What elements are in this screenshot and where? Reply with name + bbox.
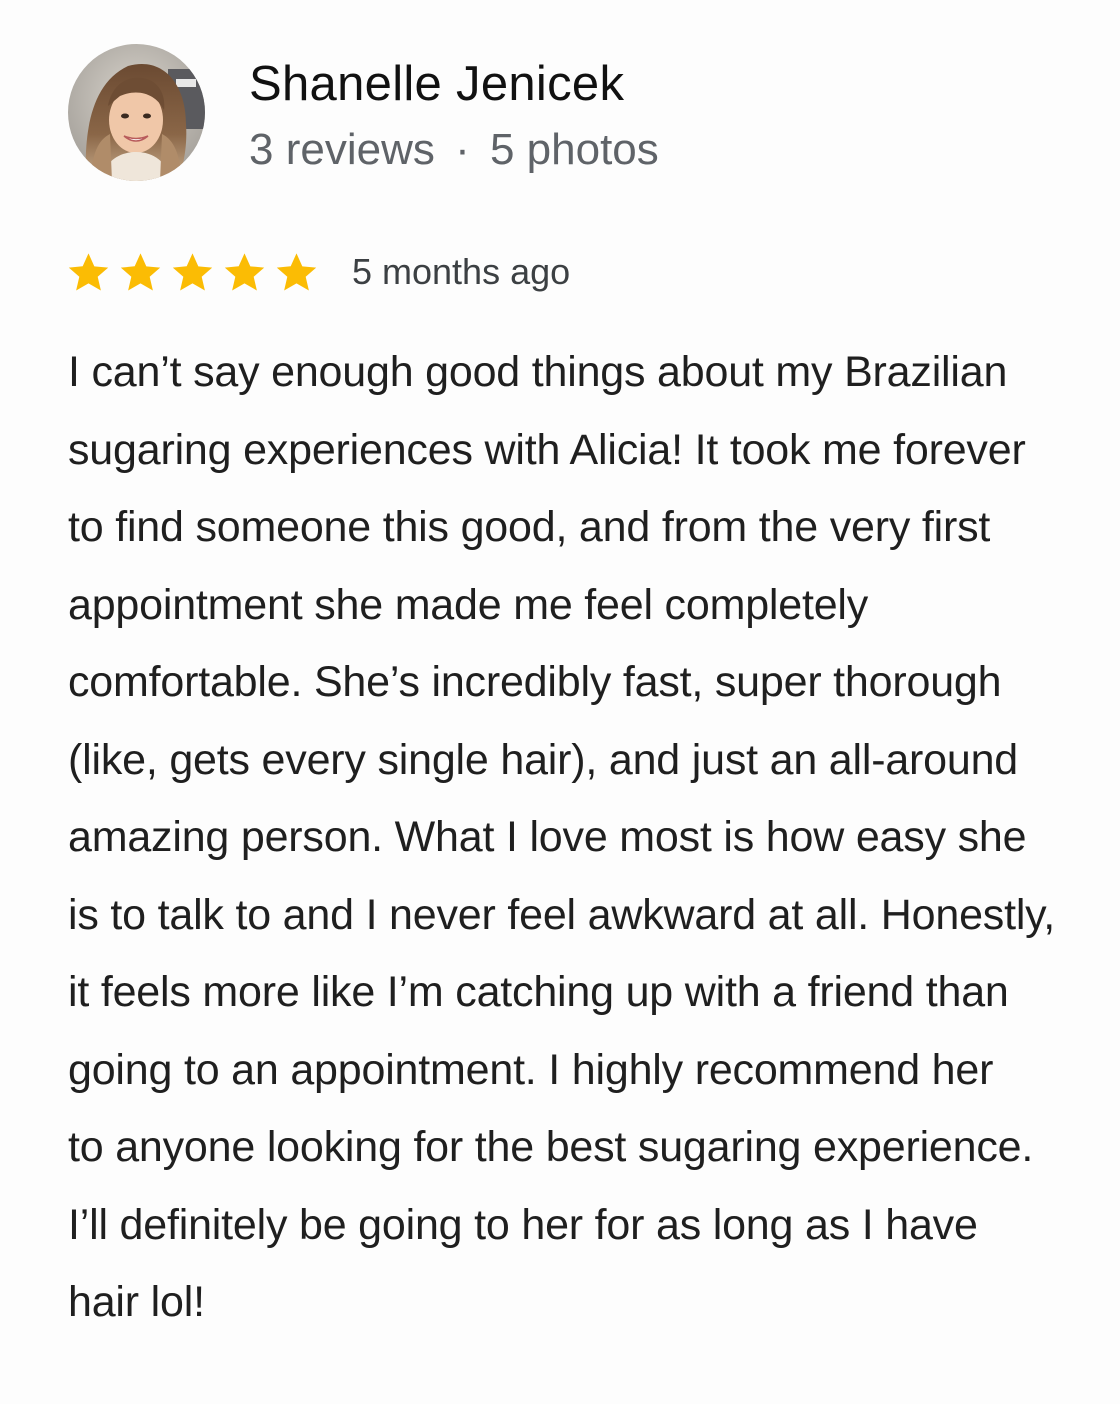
star-icon [170,250,215,295]
review-text: I can’t say enough good things about my … [68,334,1058,1342]
review-text-line: to find someone this good, and from the … [68,503,991,551]
rating-row: 5 months ago [66,244,570,300]
reviewer-name[interactable]: Shanelle Jenicek [249,56,659,112]
avatar-image [68,44,205,181]
photo-count: 5 photos [489,125,659,174]
star-icon [222,250,267,295]
review-text-line: I’ll definitely be going to her for as l… [68,1200,978,1249]
review-count: 3 reviews [249,125,435,174]
review-text-line: hair lol! [68,1278,205,1326]
review-text-line: amazing person. What I love most is how … [68,813,1027,861]
review-text-line: going to an appointment. I highly recomm… [68,1045,994,1094]
review-text-line: sugaring experiences with Alicia! It too… [68,425,1026,474]
author-info: Shanelle Jenicek 3 reviews · 5 photos [249,56,659,176]
star-icon [66,250,111,295]
review-text-line: comfortable. She’s incredibly fast, supe… [68,658,1002,706]
star-icon [274,250,319,295]
reviewer-header: Shanelle Jenicek 3 reviews · 5 photos [68,44,659,181]
review-time: 5 months ago [352,251,571,292]
star-icon [118,250,163,295]
reviewer-stats: 3 reviews · 5 photos [249,124,659,176]
review-text-line: I can’t say enough good things about my … [68,348,1008,396]
meta-separator: · [455,125,470,174]
review-text-line: it feels more like I’m catching up with … [68,968,1009,1016]
review-card: Shanelle Jenicek 3 reviews · 5 photos 5 … [0,0,1120,1404]
star-rating [66,250,326,295]
review-text-line: to anyone looking for the best sugaring … [68,1123,1034,1171]
review-text-line: (like, gets every single hair), and just… [68,735,1019,784]
avatar[interactable] [68,44,205,181]
review-text-line: is to talk to and I never feel awkward a… [68,890,1056,939]
review-text-line: appointment she made me feel completely [68,580,869,629]
